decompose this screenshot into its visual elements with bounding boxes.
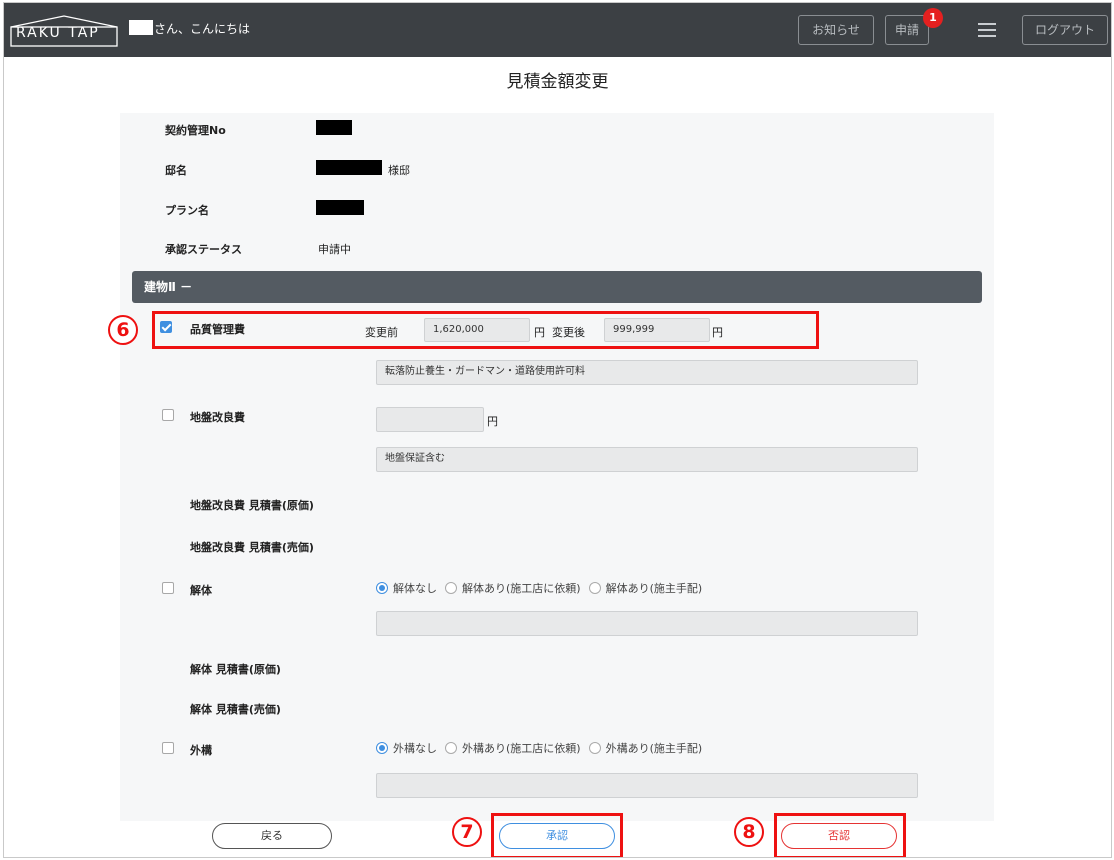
menu-icon[interactable] bbox=[978, 23, 996, 37]
demolition-estimate-cost-label: 解体 見積書(原価) bbox=[190, 663, 281, 676]
callout-8-box bbox=[774, 813, 906, 857]
section-header[interactable]: 建物Ⅱ － bbox=[132, 271, 982, 303]
callout-7-box bbox=[491, 813, 623, 857]
exterior-option-none[interactable]: 外構なし bbox=[376, 740, 437, 756]
radio-icon[interactable] bbox=[588, 582, 601, 594]
exterior-radio-group: 外構なし 外構あり(施工店に依頼) 外構あり(施主手配) bbox=[376, 740, 710, 756]
app-window: RAKU TAP さん、こんにちは お知らせ 申請 1 ログアウト 見積金額変更… bbox=[3, 2, 1112, 858]
ground-unit: 円 bbox=[487, 415, 498, 428]
house-suffix: 様邸 bbox=[388, 164, 410, 177]
exterior-option-contractor[interactable]: 外構あり(施工店に依頼) bbox=[445, 740, 581, 756]
callout-6-box bbox=[152, 311, 819, 349]
contract-no-label: 契約管理No bbox=[165, 124, 226, 137]
demolition-option-none[interactable]: 解体なし bbox=[376, 580, 437, 596]
ground-note-field: 地盤保証含む bbox=[376, 447, 918, 472]
contract-no-redacted bbox=[316, 120, 352, 135]
greeting-text: さん、こんにちは bbox=[154, 22, 251, 36]
radio-icon[interactable] bbox=[445, 582, 457, 594]
demolition-checkbox[interactable] bbox=[162, 582, 174, 594]
callout-8-number: 8 bbox=[734, 817, 764, 847]
house-name-redacted bbox=[316, 160, 382, 175]
user-name-redacted bbox=[129, 20, 153, 35]
logo-text: RAKU TAP bbox=[16, 25, 100, 41]
radio-icon[interactable] bbox=[445, 742, 457, 754]
ground-amount-field[interactable] bbox=[376, 407, 484, 432]
demolition-option-owner[interactable]: 解体あり(施主手配) bbox=[588, 580, 702, 596]
approval-status-label: 承認ステータス bbox=[165, 243, 242, 256]
callout-6-number: 6 bbox=[108, 315, 138, 345]
plan-name-redacted bbox=[316, 200, 364, 215]
ground-estimate-cost-label: 地盤改良費 見積書(原価) bbox=[190, 499, 314, 512]
ground-label: 地盤改良費 bbox=[190, 411, 245, 424]
demolition-note-field[interactable] bbox=[376, 611, 918, 636]
back-button[interactable]: 戻る bbox=[212, 823, 332, 849]
approval-status-value: 申請中 bbox=[318, 243, 351, 256]
notice-button[interactable]: お知らせ bbox=[798, 15, 874, 45]
exterior-note-field[interactable] bbox=[376, 773, 918, 798]
demolition-option-contractor[interactable]: 解体あり(施工店に依頼) bbox=[445, 580, 581, 596]
logout-button[interactable]: ログアウト bbox=[1022, 15, 1108, 45]
exterior-label: 外構 bbox=[190, 744, 212, 757]
exterior-option-owner[interactable]: 外構あり(施主手配) bbox=[588, 740, 702, 756]
exterior-checkbox[interactable] bbox=[162, 742, 174, 754]
house-name-label: 邸名 bbox=[165, 164, 187, 177]
radio-selected-icon[interactable] bbox=[376, 742, 388, 754]
callout-7-number: 7 bbox=[452, 817, 482, 847]
radio-icon[interactable] bbox=[588, 742, 601, 754]
demolition-radio-group: 解体なし 解体あり(施工店に依頼) 解体あり(施主手配) bbox=[376, 580, 710, 596]
plan-name-label: プラン名 bbox=[165, 204, 209, 217]
ground-estimate-sale-label: 地盤改良費 見積書(売価) bbox=[190, 541, 314, 554]
radio-selected-icon[interactable] bbox=[376, 582, 388, 594]
ground-checkbox[interactable] bbox=[162, 409, 174, 421]
demolition-estimate-sale-label: 解体 見積書(売価) bbox=[190, 703, 281, 716]
request-count-badge: 1 bbox=[923, 8, 943, 28]
demolition-label: 解体 bbox=[190, 584, 212, 597]
page-title: 見積金額変更 bbox=[506, 72, 609, 92]
quality-note-field: 転落防止養生・ガードマン・道路使用許可料 bbox=[376, 360, 918, 385]
top-bar: RAKU TAP さん、こんにちは お知らせ 申請 1 ログアウト bbox=[4, 3, 1111, 57]
